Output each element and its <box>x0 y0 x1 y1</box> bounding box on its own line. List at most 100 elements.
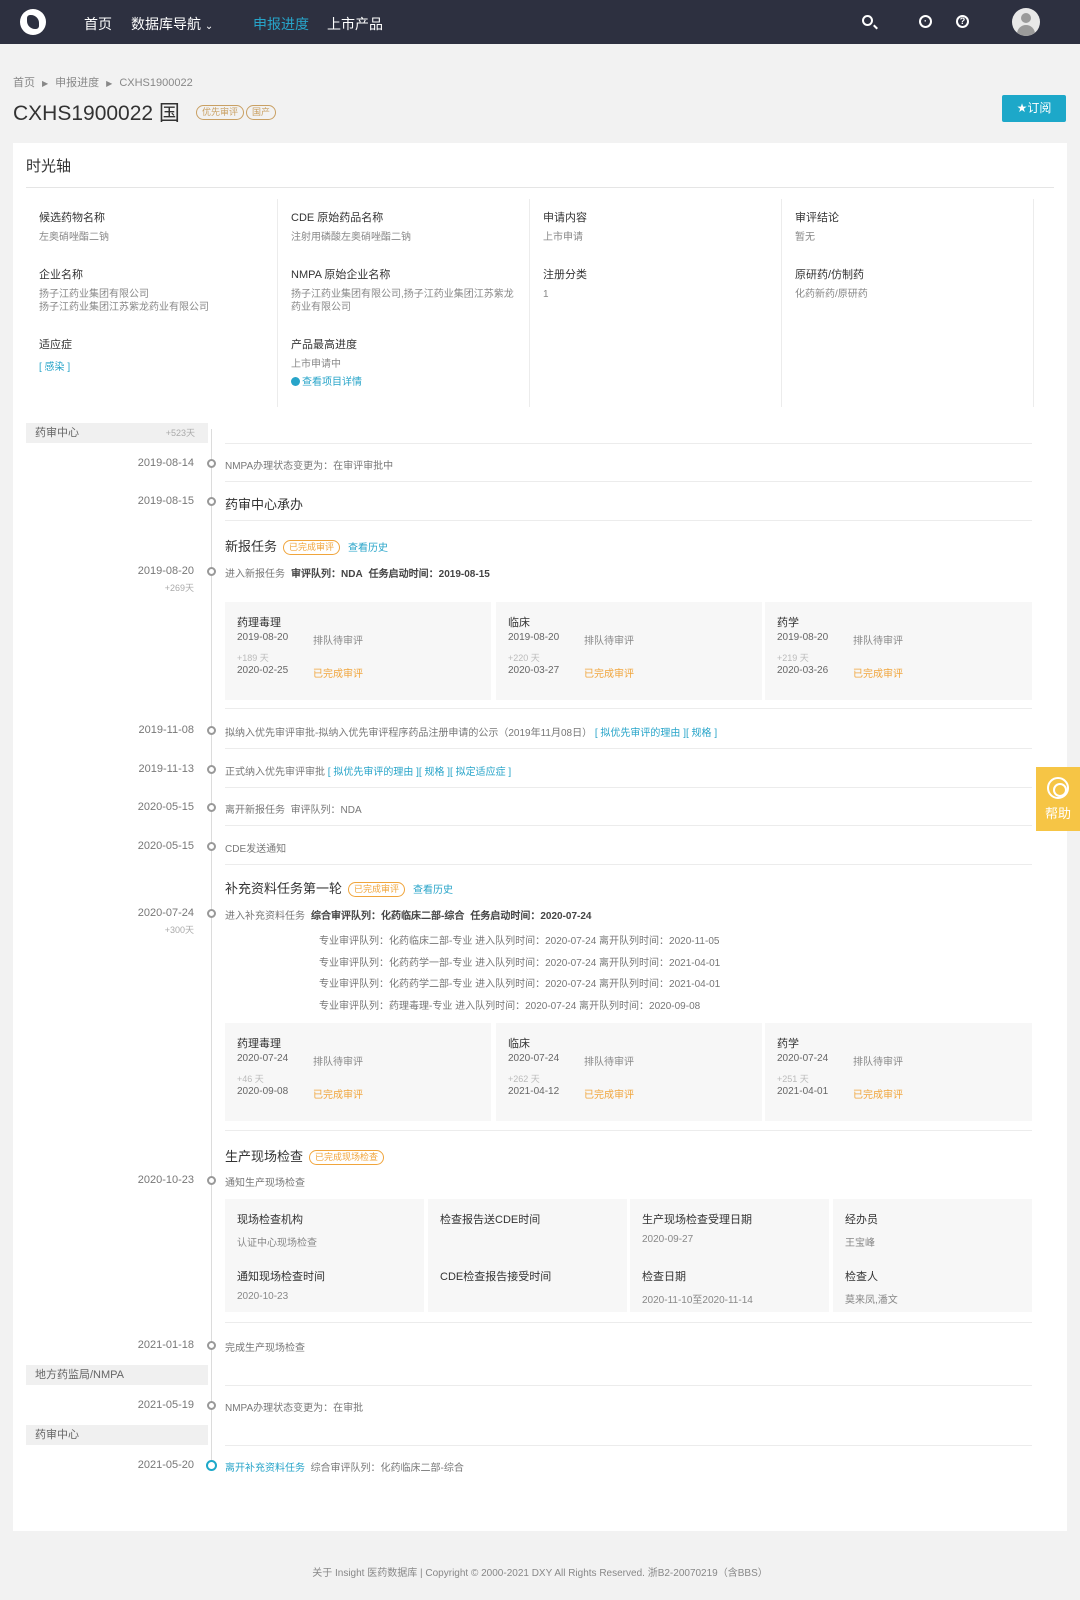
inspection-label: 经办员 <box>845 1214 878 1226</box>
event-date: 2021-05-19 <box>137 1399 194 1411</box>
breadcrumb-sep-icon: ▶ <box>106 79 113 88</box>
inspection-cell: 现场检查机构 认证中心现场检查 通知现场检查时间 2020-10-23 <box>225 1199 424 1312</box>
panel-title: 药学 <box>777 617 799 629</box>
panel-start-date: 2019-08-20 <box>777 632 829 643</box>
panel-end-status: 已完成审评 <box>853 669 903 680</box>
indication-link[interactable]: [ 感染 ] <box>39 358 269 373</box>
breadcrumb: 首页 ▶ 申报进度 ▶ CXHS1900022 <box>13 74 193 90</box>
nav-database-label: 数据库导航 <box>131 16 201 32</box>
footer: 关于 Insight 医药数据库 | Copyright © 2000-2021… <box>312 1568 768 1579</box>
timeline-dot <box>207 726 216 735</box>
review-panel: 临床 2020-07-24 排队待审评 +262 天 2021-04-12 已完成审… <box>496 1023 762 1121</box>
group-label: 药审中心 +523天 <box>26 423 208 443</box>
divider <box>225 1445 1032 1446</box>
event-text-main: 进入新报任务 <box>225 569 285 580</box>
panel-end-date: 2020-03-27 <box>508 665 560 676</box>
nav-products[interactable]: 上市产品 <box>327 14 383 34</box>
event-bold: 综合审评队列：化药临床二部-综合 <box>311 911 465 922</box>
info-column: 候选药物名称 左奥硝唑酯二钠 企业名称 扬子江药业集团有限公司 扬子江药业集团江苏紫… <box>26 199 278 407</box>
timeline-dot <box>207 1176 216 1185</box>
event-date: 2019-08-20 <box>137 565 194 577</box>
logo[interactable] <box>20 9 46 35</box>
divider <box>225 1322 1032 1323</box>
panel-start-date: 2020-07-24 <box>508 1053 560 1064</box>
panel-start-status: 排队待审评 <box>313 636 363 647</box>
panel-delta: +220 天 <box>508 653 540 663</box>
timeline-card: 时光轴 候选药物名称 左奥硝唑酯二钠 企业名称 扬子江药业集团有限公司 扬子江药业集… <box>13 143 1067 1531</box>
nav-progress[interactable]: 申报进度 <box>253 14 309 34</box>
timeline-dot <box>207 803 216 812</box>
divider <box>26 187 1054 188</box>
info-column: 申请内容 上市申请 注册分类 1 <box>530 199 782 407</box>
group-label: 药审中心 <box>26 1425 208 1445</box>
panel-end: 2021-04-01 已完成审评 <box>777 1086 903 1101</box>
breadcrumb-progress[interactable]: 申报进度 <box>55 77 99 89</box>
info-value: 扬子江药业集团有限公司 扬子江药业集团江苏紫龙药业有限公司 <box>39 289 209 313</box>
inspection-cell: 经办员 王宝峰 检查人 莫来凤,潘文 <box>833 1199 1032 1312</box>
task-heading: 生产现场检查 已完成现场检查 <box>225 1146 385 1166</box>
info-label: CDE 原始药品名称 <box>291 212 384 224</box>
reason-links[interactable]: [ 拟优先审评的理由 ][ 规格 ][ 拟定适应症 ] <box>328 767 511 778</box>
view-history-link[interactable]: 查看历史 <box>413 885 453 896</box>
review-panel: 药理毒理 2019-08-20 排队待审评 +189 天 2020-02-25 已完… <box>225 602 491 700</box>
panel-start-date: 2019-08-20 <box>237 632 289 643</box>
event-extra: 审评队列：NDA <box>290 805 362 816</box>
nav-home[interactable]: 首页 <box>84 14 112 34</box>
info-value: 上市申请 <box>543 232 583 243</box>
event-text-main[interactable]: 离开补充资料任务 <box>225 1463 305 1474</box>
event-date: 2021-05-20 <box>137 1459 194 1471</box>
avatar[interactable] <box>1012 8 1040 36</box>
nav-database[interactable]: 数据库导航 ⌄ <box>131 14 213 34</box>
status-badge: 已完成审评 <box>283 540 341 556</box>
info-label: 申请内容 <box>543 212 587 224</box>
panel-title: 药学 <box>777 1038 799 1050</box>
priority-tag: 优先审评 <box>196 105 245 120</box>
breadcrumb-home[interactable]: 首页 <box>13 77 35 89</box>
view-history-link[interactable]: 查看历史 <box>348 543 388 554</box>
project-detail-link[interactable]: 查看项目详情 <box>291 373 521 388</box>
panel-title: 临床 <box>508 617 530 629</box>
panel-start: 2020-07-24 排队待审评 <box>237 1053 363 1068</box>
panel-end-status: 已完成审评 <box>584 1090 634 1101</box>
group-label-text: 药审中心 <box>35 427 79 439</box>
bulb-icon[interactable]: · <box>916 12 936 32</box>
divider <box>225 1385 1032 1386</box>
event-text: 拟纳入优先审评审批-拟纳入优先审评程序药品注册申请的公示（2019年11月08日… <box>225 724 717 739</box>
status-badge: 已完成审评 <box>348 882 406 898</box>
info-value: 左奥硝唑酯二钠 <box>39 232 109 243</box>
panel-start-status: 排队待审评 <box>313 1057 363 1068</box>
event-date: 2020-05-15 <box>137 801 194 813</box>
subscribe-button[interactable]: ★订阅 <box>1002 95 1066 122</box>
help-button[interactable]: 帮助 <box>1036 767 1080 831</box>
panel-start-date: 2020-07-24 <box>237 1053 289 1064</box>
divider <box>225 787 1032 788</box>
info-label: 企业名称 <box>39 269 83 281</box>
event-extra: 综合审评队列：化药临床二部-综合 <box>310 1463 464 1474</box>
panel-title: 临床 <box>508 1038 530 1050</box>
info-column: CDE 原始药品名称 注射用磷酸左奥硝唑酯二钠 NMPA 原始企业名称 扬子江药业集… <box>278 199 530 407</box>
event-date: 2020-05-15 <box>137 840 194 852</box>
panel-end-date: 2020-02-25 <box>237 665 289 676</box>
panel-title: 药理毒理 <box>237 1038 281 1050</box>
divider <box>225 864 1032 865</box>
reason-links[interactable]: [ 拟优先审评的理由 ][ 规格 ] <box>595 728 717 739</box>
panel-end-status: 已完成审评 <box>853 1090 903 1101</box>
info-label: 审评结论 <box>795 212 839 224</box>
top-nav: 首页 数据库导航 ⌄ 申报进度 上市产品 · ? <box>0 0 1080 44</box>
timeline-dot <box>207 1341 216 1350</box>
divider <box>225 708 1032 709</box>
inspection-cell: 生产现场检查受理日期 2020-09-27 检查日期 2020-11-10至2020… <box>630 1199 829 1312</box>
search-icon[interactable] <box>859 12 879 32</box>
help-icon <box>1047 777 1069 799</box>
event-text: NMPA办理状态变更为：在审评审批中 <box>225 461 394 472</box>
event-text: 离开补充资料任务 综合审评队列：化药临床二部-综合 <box>225 1459 464 1474</box>
inspection-cell: 检查报告送CDE时间 CDE检查报告接受时间 <box>428 1199 627 1312</box>
panel-end-status: 已完成审评 <box>584 669 634 680</box>
group-label: 地方药监局/NMPA <box>26 1365 208 1385</box>
group-days: +523天 <box>165 428 195 438</box>
queue-line: 专业审评队列：化药临床二部-专业 进入队列时间：2020-07-24 离开队列时… <box>319 936 720 947</box>
inspection-label: 生产现场检查受理日期 <box>642 1214 752 1226</box>
question-icon[interactable]: ? <box>953 12 973 32</box>
panel-delta: +46 天 <box>237 1074 264 1084</box>
divider <box>225 443 1032 444</box>
